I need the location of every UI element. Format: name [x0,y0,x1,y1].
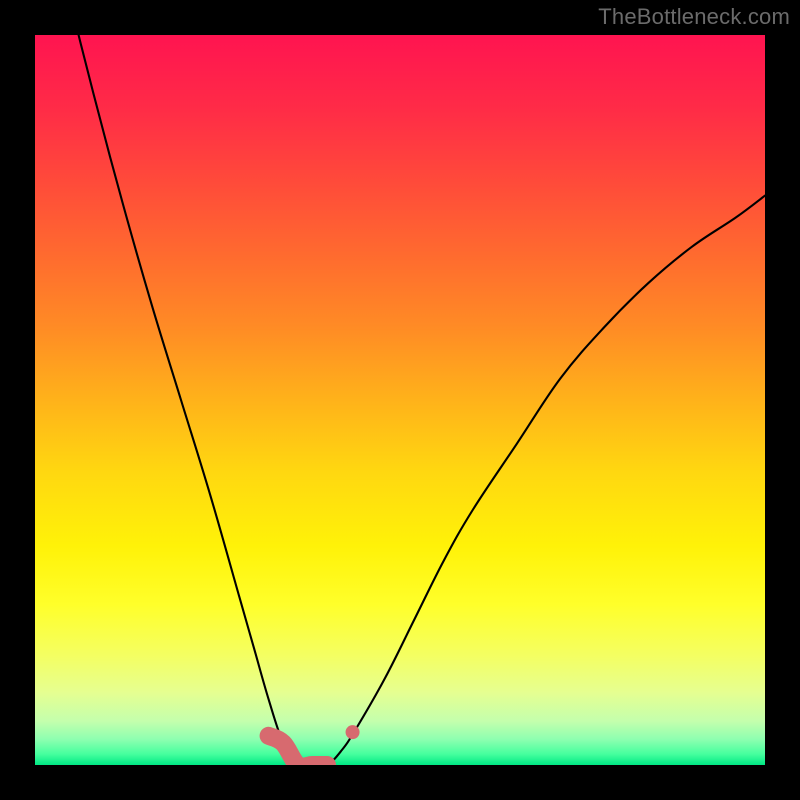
bottleneck-curve [35,35,765,765]
highlight-marker-dot [346,725,360,739]
chart-frame: TheBottleneck.com [0,0,800,800]
data-curves [35,35,765,765]
watermark-text: TheBottleneck.com [598,4,790,30]
optimal-zone-highlight [269,736,327,765]
plot-area [35,35,765,765]
